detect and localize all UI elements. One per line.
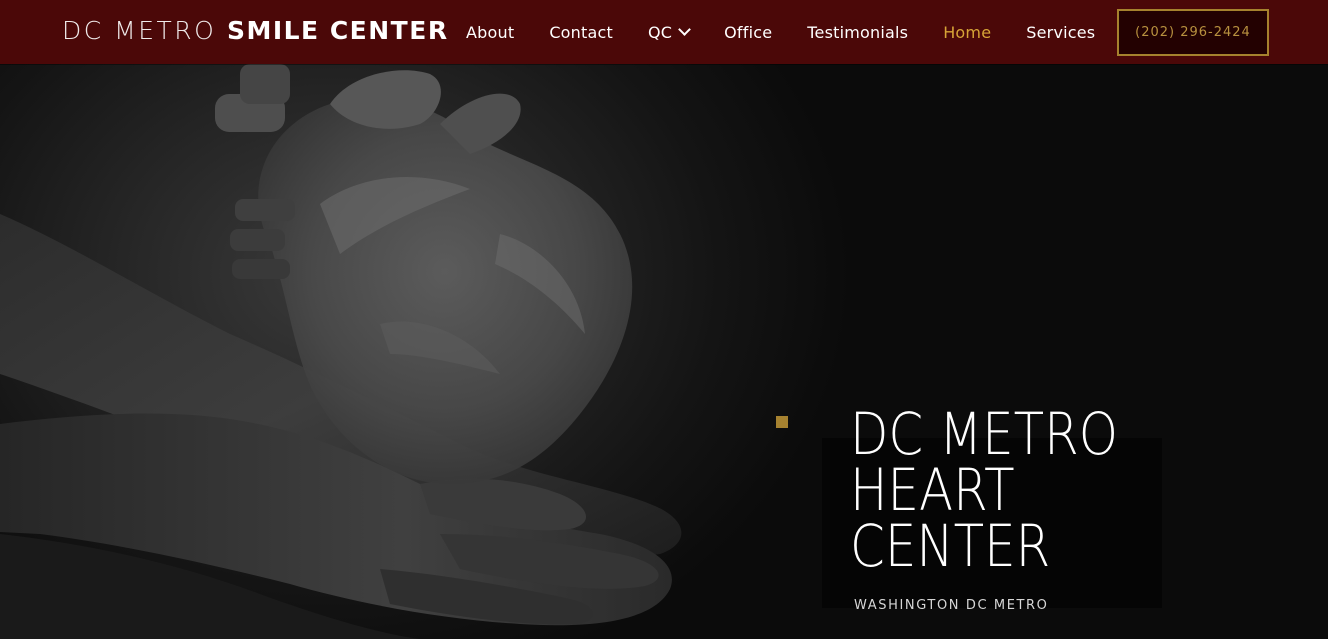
chevron-down-icon[interactable] [678, 23, 692, 36]
hero-title: DC METRO HEART CENTER [850, 400, 1246, 580]
site-header: DC METRO SMILE CENTER About Contact QC O… [0, 0, 1328, 64]
nav-item-qc[interactable]: QC [647, 22, 692, 42]
nav-item-testimonials[interactable]: Testimonials [807, 23, 908, 42]
nav-label: Contact [549, 22, 613, 42]
nav-item-office[interactable]: Office [724, 23, 772, 42]
main-nav: About Contact QC Office Testimonials Hom… [466, 0, 1130, 64]
nav-label: Home [943, 22, 992, 42]
nav-item-home[interactable]: Home [943, 23, 991, 42]
hero-title-line-3: CENTER [850, 512, 1051, 580]
nav-label: Testimonials [807, 22, 909, 42]
brand-bold-text: SMILE CENTER [226, 16, 449, 45]
nav-label: Services [1026, 22, 1096, 42]
hero-subtitle: WASHINGTON DC METRO [854, 598, 1049, 613]
nav-label: QC [647, 22, 673, 42]
page: DC METRO SMILE CENTER About Contact QC O… [0, 0, 1328, 639]
nav-label: About [466, 22, 515, 42]
brand-light-text: DC METRO [62, 16, 217, 45]
gold-accent-square [776, 416, 788, 428]
site-logo[interactable]: DC METRO SMILE CENTER [62, 14, 449, 48]
nav-item-contact[interactable]: Contact [549, 23, 613, 42]
hero-image-heart-in-hands [0, 64, 682, 639]
hero-title-line-1: DC METRO [850, 400, 1119, 468]
nav-label: Office [724, 22, 773, 42]
hero-section: DC METRO HEART CENTER WASHINGTON DC METR… [0, 64, 1328, 639]
nav-item-about[interactable]: About [466, 23, 514, 42]
phone-button[interactable]: (202) 296-2424 [1117, 9, 1269, 56]
hero-title-line-2: HEART [850, 456, 1015, 524]
nav-item-services[interactable]: Services [1026, 23, 1095, 42]
